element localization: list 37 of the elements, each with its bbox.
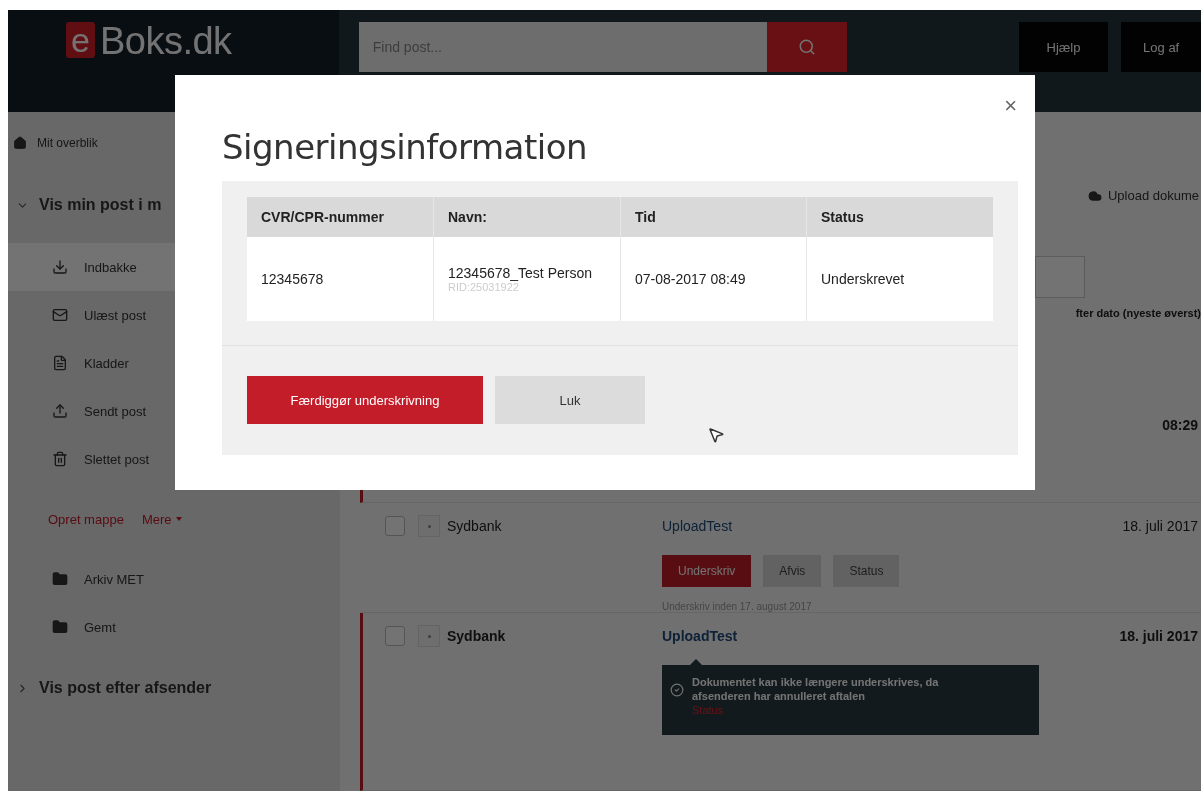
table-cell-text: 12345678 — [260, 270, 325, 289]
dialog-title: Signeringsinformation — [222, 127, 589, 167]
message-date: 18. juli 2017 — [1119, 628, 1198, 645]
message-date: 08:29 — [1162, 417, 1198, 434]
section-header[interactable]: Vis post efter afsender — [8, 651, 340, 725]
create-folder-link[interactable]: Opret mappe — [48, 511, 124, 527]
subject-link[interactable]: UploadTest — [662, 628, 738, 645]
logo-mark: e — [66, 22, 95, 58]
column-header: Navn: — [433, 197, 620, 237]
column-header: CVR/CPR-nummer — [247, 197, 433, 237]
message-date: 18. juli 2017 — [1122, 518, 1198, 535]
help-button[interactable]: Hjælp — [1018, 22, 1109, 72]
table-cell: 07-08-2017 08:49 — [620, 237, 806, 321]
tooltip-text: Dokumentet kan ikke længere underskrives, da afsenderen har annulleret aftalen — [692, 675, 940, 704]
logout-button[interactable]: Log af — [1121, 22, 1201, 72]
more-link[interactable]: Mere — [141, 511, 182, 527]
sender-name: Sydbank — [447, 518, 503, 535]
sort-label: fter dato (nyeste øverst) — [1075, 306, 1201, 319]
column-header: Status — [806, 197, 993, 237]
upload-link[interactable]: Upload dokume — [1087, 188, 1199, 203]
folder-item[interactable]: Gemt — [8, 603, 340, 651]
message-row[interactable]: Sydbank UploadTest 18. juli 2017 Dokumentet kan ikke længere underskrives, da afsenderen har annulleret aftalen Status — [360, 613, 1201, 791]
logo-text: Boks.dk — [99, 22, 232, 60]
close-dialog-button[interactable]: Luk — [495, 376, 645, 424]
sidebar-item[interactable]: Ulæst post — [8, 291, 340, 339]
subject-link[interactable]: UploadTest — [662, 518, 733, 535]
action-button[interactable]: Afvis — [763, 555, 822, 588]
sender-name: Sydbank — [447, 628, 507, 645]
finish-signing-button[interactable]: Færdiggør underskrivning — [247, 376, 483, 424]
column-header: Tid — [620, 197, 806, 237]
table-cell-text: 12345678_Test Person — [448, 265, 593, 281]
sidebar-item[interactable]: Slettet post — [8, 435, 340, 483]
table-cell: Underskrevet — [806, 237, 993, 321]
action-button[interactable]: Underskriv — [662, 555, 752, 588]
action-button[interactable]: Status — [833, 555, 900, 588]
close-button[interactable]: × — [1004, 95, 1017, 117]
folder-item[interactable]: Arkiv MET — [8, 555, 340, 603]
